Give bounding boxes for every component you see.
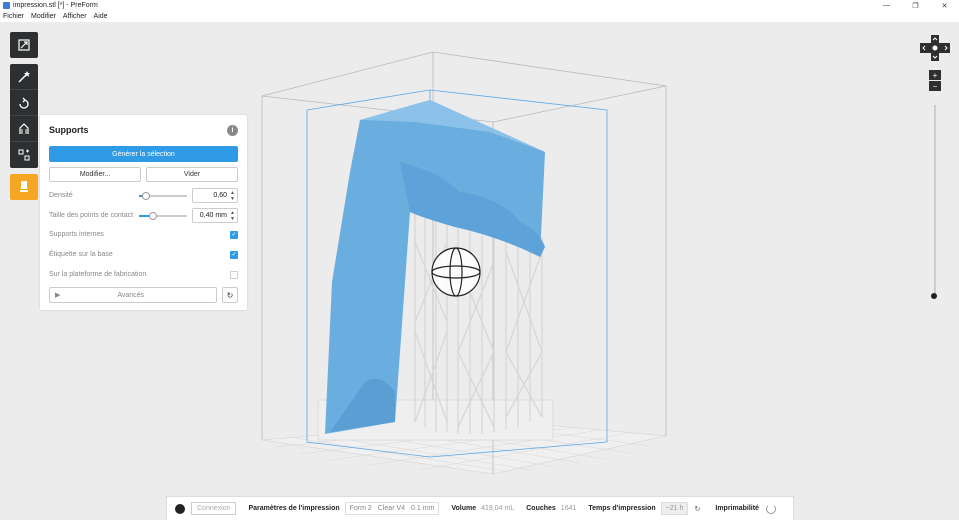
magic-wand-icon	[18, 70, 30, 82]
checkbox[interactable]	[230, 270, 238, 279]
view-navigation-pad[interactable]	[920, 35, 950, 61]
button-row: Modifier... Vider	[49, 167, 238, 182]
volume-value: 419,04 mL	[481, 505, 515, 512]
window-title: impression.stl [*] - PreForm	[13, 2, 98, 9]
refresh-icon[interactable]: ↻	[691, 502, 703, 515]
maximize-button[interactable]: ❐	[901, 0, 930, 11]
left-toolbar	[10, 32, 38, 206]
supports-panel: Supports i Générer la sélection Modifier…	[40, 115, 247, 310]
option-label: Étiquette sur la base	[49, 251, 113, 258]
zoom-controls: + −	[929, 70, 941, 91]
print-params-box[interactable]: Form 2 Clear V4 0.1 mm	[344, 502, 440, 515]
option-base-label[interactable]: Étiquette sur la base ✓	[49, 247, 238, 262]
layers-value: 1641	[560, 505, 577, 512]
density-slider[interactable]	[139, 191, 187, 201]
density-stepper[interactable]: 0,60 ▲ ▼	[192, 188, 238, 203]
rotation-gizmo[interactable]	[431, 247, 481, 297]
user-icon[interactable]	[175, 503, 185, 514]
layer-thickness: 0.1 mm	[411, 505, 435, 512]
stepper-arrows[interactable]: ▲ ▼	[230, 190, 235, 202]
layers-label: Couches	[526, 505, 556, 512]
contact-size-label: Taille des points de contact	[49, 212, 134, 219]
info-icon[interactable]: i	[227, 124, 238, 136]
density-label: Densité	[49, 192, 73, 199]
printability-label: Imprimabilité	[715, 505, 759, 512]
close-button[interactable]: ✕	[930, 0, 959, 11]
rotate-button[interactable]	[10, 90, 38, 116]
menu-modifier[interactable]: Modifier	[31, 13, 56, 20]
app-icon	[3, 2, 10, 9]
density-row: Densité 0,60 ▲ ▼	[49, 187, 238, 204]
print-time-value: ~21 h	[660, 502, 689, 515]
advanced-toggle[interactable]: ▶ Avancés	[49, 287, 217, 303]
printer-name: Form 2	[349, 505, 372, 512]
loading-spinner-icon	[765, 503, 776, 514]
contact-size-row: Taille des points de contact 0,40 mm ▲ ▼	[49, 207, 238, 224]
panel-title: Supports	[49, 125, 89, 135]
volume-label: Volume	[451, 505, 477, 512]
clear-button[interactable]: Vider	[146, 167, 238, 182]
menu-bar: Fichier Modifier Afficher Aide	[0, 11, 959, 22]
generate-selection-button[interactable]: Générer la sélection	[49, 146, 238, 162]
panel-header: Supports i	[49, 124, 238, 136]
rotate-icon	[19, 97, 29, 109]
magic-wand-button[interactable]	[10, 64, 38, 90]
advanced-row: ▶ Avancés ↻	[49, 287, 238, 303]
advanced-label: Avancés	[117, 291, 145, 299]
window-controls: — ❐ ✕	[872, 0, 959, 11]
layout-tools-button[interactable]	[10, 142, 38, 168]
checkbox[interactable]: ✓	[230, 250, 238, 259]
minimize-button[interactable]: —	[872, 0, 901, 11]
slider-thumb[interactable]	[142, 191, 151, 200]
layout-icon	[18, 39, 30, 51]
zoom-out-button[interactable]: −	[929, 81, 941, 91]
zoom-slider-track[interactable]	[934, 105, 936, 295]
reset-icon[interactable]: ↻	[222, 287, 238, 303]
zoom-in-button[interactable]: +	[929, 70, 941, 80]
tool-group	[10, 64, 38, 168]
print-icon	[20, 181, 28, 192]
chevron-down-icon[interactable]: ▼	[230, 216, 235, 222]
supports-icon	[19, 122, 29, 134]
layout-tool-button[interactable]	[10, 32, 38, 58]
menu-aide[interactable]: Aide	[94, 13, 108, 20]
option-label: Supports internes	[49, 231, 104, 238]
print-button[interactable]	[10, 174, 38, 200]
contact-size-value: 0,40 mm	[199, 212, 227, 219]
status-bar: Connexion Paramètres de l'impression For…	[166, 496, 794, 520]
slider-thumb[interactable]	[149, 211, 158, 220]
print-params-label: Paramètres de l'impression	[248, 505, 340, 512]
print-time-label: Temps d'impression	[588, 505, 656, 512]
chevron-down-icon[interactable]: ▼	[230, 196, 235, 202]
resin-name: Clear V4	[377, 505, 406, 512]
modify-button[interactable]: Modifier...	[49, 167, 141, 182]
stepper-arrows[interactable]: ▲ ▼	[230, 210, 235, 222]
menu-afficher[interactable]: Afficher	[63, 13, 87, 20]
layout-tools-icon	[18, 149, 30, 161]
option-internal-supports[interactable]: Supports internes ✓	[49, 227, 238, 242]
title-bar: impression.stl [*] - PreForm — ❐ ✕	[0, 0, 959, 11]
login-button[interactable]: Connexion	[191, 502, 237, 515]
supports-button[interactable]	[10, 116, 38, 142]
contact-size-stepper[interactable]: 0,40 mm ▲ ▼	[192, 208, 238, 223]
zoom-slider-thumb[interactable]	[931, 293, 937, 299]
menu-fichier[interactable]: Fichier	[3, 13, 24, 20]
option-on-build-platform[interactable]: Sur la plateforme de fabrication	[49, 267, 238, 282]
checkbox[interactable]: ✓	[230, 230, 238, 239]
density-value: 0,60	[213, 192, 227, 199]
contact-size-slider[interactable]	[139, 211, 187, 221]
option-label: Sur la plateforme de fabrication	[49, 271, 147, 278]
